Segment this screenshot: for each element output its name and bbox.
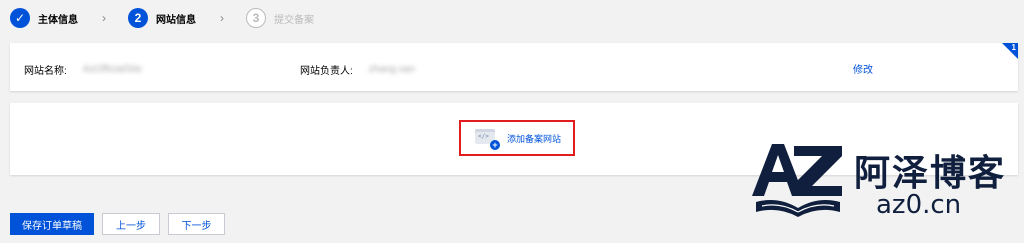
modify-link[interactable]: 修改 <box>853 61 873 76</box>
prev-step-button[interactable]: 上一步 <box>102 213 160 235</box>
chevron-right-icon: › <box>220 11 224 25</box>
code-window-add-icon: </> + <box>475 129 500 150</box>
corner-badge-count: 1 <box>1011 43 1016 52</box>
step-3-number: 3 <box>246 8 266 28</box>
site-info-card: 网站名称: AzOfficialSite 网站负责人: zhang san 修改… <box>10 43 1018 91</box>
stepper: ✓ 主体信息 › 2 网站信息 › 3 提交备案 <box>10 8 314 28</box>
next-step-button[interactable]: 下一步 <box>168 213 225 235</box>
site-name-field: 网站名称: AzOfficialSite <box>24 62 142 77</box>
step-2-number: 2 <box>128 8 148 28</box>
step-3-label: 提交备案 <box>274 14 314 26</box>
save-draft-button[interactable]: 保存订单草稿 <box>10 213 94 235</box>
add-site-label: 添加备案网站 <box>507 133 562 144</box>
code-icon: </> <box>478 133 489 140</box>
site-name-label: 网站名称: <box>24 66 67 77</box>
step-1-label: 主体信息 <box>38 14 78 26</box>
step-1: ✓ 主体信息 <box>10 8 78 28</box>
site-owner-label: 网站负责人: <box>300 66 353 77</box>
site-name-value: AzOfficialSite <box>82 64 143 75</box>
plus-icon: + <box>490 140 500 150</box>
step-2: 2 网站信息 <box>128 8 196 28</box>
watermark: 阿泽博客 az0.cn <box>748 138 1008 234</box>
step-2-label: 网站信息 <box>156 14 196 26</box>
step-1-check-icon: ✓ <box>10 8 30 28</box>
page: ✓ 主体信息 › 2 网站信息 › 3 提交备案 网站名称: AzOfficia… <box>0 0 1024 243</box>
site-owner-value: zhang san <box>368 64 415 75</box>
chevron-right-icon: › <box>102 11 106 25</box>
add-site-button[interactable]: </> + 添加备案网站 <box>459 120 575 156</box>
step-3: 3 提交备案 <box>246 8 314 28</box>
watermark-title: 阿泽博客 <box>854 153 1007 194</box>
site-owner-field: 网站负责人: zhang san <box>300 62 415 77</box>
watermark-domain: az0.cn <box>876 190 962 220</box>
az-logo-icon <box>752 144 842 217</box>
